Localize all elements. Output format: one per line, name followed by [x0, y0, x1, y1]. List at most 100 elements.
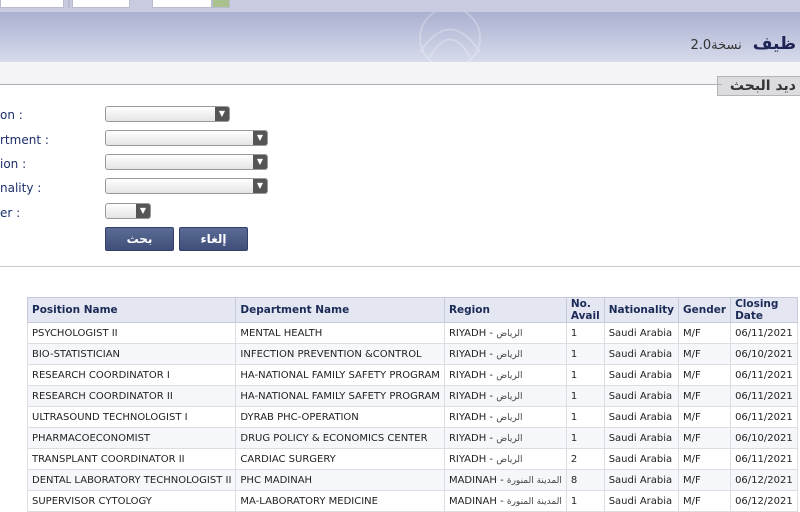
cell-position: SUPERVISOR CYTOLOGY: [26, 490, 237, 512]
cell-closing: 06/11/2021: [730, 364, 798, 386]
cell-gender: M/F: [678, 427, 732, 449]
cell-department: PHC MADINAH: [235, 469, 445, 491]
app-title: ظيف: [752, 34, 796, 54]
top-bar: [0, 0, 800, 12]
cell-region: RIYADH - الرياض: [443, 343, 567, 365]
cell-position: RESEARCH COORDINATOR II: [26, 385, 237, 407]
cell-department: CARDIAC SURGERY: [235, 448, 445, 470]
region-ar: الرياض: [496, 412, 523, 423]
table-row[interactable]: DENTAL LABORATORY TECHNOLOGIST II PHC MAD…: [26, 469, 798, 491]
cell-region: RIYADH - الرياض: [443, 364, 567, 386]
label-department: rtment :: [0, 133, 49, 147]
cell-gender: M/F: [678, 343, 732, 365]
cell-avail: 1: [565, 343, 605, 365]
position-select[interactable]: ▼: [105, 106, 230, 122]
cell-nationality: Saudi Arabia: [603, 364, 680, 386]
cancel-button[interactable]: إلغاء: [179, 227, 248, 251]
cell-nationality: Saudi Arabia: [603, 427, 680, 449]
cell-closing: 06/10/2021: [730, 343, 798, 365]
col-header-region[interactable]: Region: [443, 297, 567, 323]
cell-region: MADINAH - المدينة المنورة: [443, 469, 567, 491]
top-field-2[interactable]: [72, 0, 130, 8]
label-position: on :: [0, 108, 23, 122]
cell-position: TRANSPLANT COORDINATOR II: [26, 448, 237, 470]
region-select[interactable]: ▼: [105, 154, 268, 170]
col-header-avail[interactable]: No. Avail: [565, 297, 605, 323]
cell-region: RIYADH - الرياض: [443, 322, 567, 344]
cell-avail: 1: [565, 427, 605, 449]
table-row[interactable]: RESEARCH COORDINATOR II HA-NATIONAL FAMIL…: [26, 385, 798, 407]
cell-closing: 06/11/2021: [730, 448, 798, 470]
top-separator: [68, 0, 70, 8]
top-field-1[interactable]: [0, 0, 64, 8]
cell-department: HA-NATIONAL FAMILY SAFETY PROGRAM: [235, 385, 445, 407]
cell-gender: M/F: [678, 385, 732, 407]
region-en: RIYADH -: [448, 453, 494, 465]
search-button[interactable]: بحث: [105, 227, 174, 251]
cell-closing: 06/11/2021: [730, 385, 798, 407]
table-row[interactable]: RESEARCH COORDINATOR I HA-NATIONAL FAMILY…: [26, 364, 798, 386]
nationality-select[interactable]: ▼: [105, 178, 268, 194]
cell-position: PHARMACOECONOMIST: [26, 427, 237, 449]
app-version: نسخة2.0: [690, 38, 742, 53]
col-header-gender[interactable]: Gender: [678, 297, 732, 323]
table-row[interactable]: TRANSPLANT COORDINATOR II CARDIAC SURGERY…: [26, 448, 798, 470]
cell-region: MADINAH - المدينة المنورة: [443, 490, 567, 512]
cell-department: MENTAL HEALTH: [235, 322, 445, 344]
search-section-title: ديد البحث: [717, 76, 800, 96]
cell-region: RIYADH - الرياض: [443, 406, 567, 428]
cell-gender: M/F: [678, 448, 732, 470]
gender-select[interactable]: ▼: [105, 203, 151, 219]
region-ar: الرياض: [496, 454, 523, 465]
sub-header: [0, 62, 800, 85]
cell-position: RESEARCH COORDINATOR I: [26, 364, 237, 386]
table-row[interactable]: BIO-STATISTICIAN INFECTION PREVENTION &CO…: [26, 343, 798, 365]
table-header-row: Position Name Department Name Region No.…: [26, 297, 798, 323]
chevron-down-icon: ▼: [253, 155, 267, 169]
search-section-line: [0, 84, 722, 85]
table-row[interactable]: SUPERVISOR CYTOLOGY MA-LABORATORY MEDICIN…: [26, 490, 798, 512]
cell-gender: M/F: [678, 322, 732, 344]
region-ar: الرياض: [496, 391, 523, 402]
table-row[interactable]: ULTRASOUND TECHNOLOGIST I DYRAB PHC-OPERA…: [26, 406, 798, 428]
region-en: MADINAH -: [448, 474, 504, 486]
cell-avail: 8: [565, 469, 605, 491]
region-en: RIYADH -: [448, 432, 494, 444]
top-go-button[interactable]: [212, 0, 230, 8]
region-ar: الرياض: [496, 370, 523, 381]
col-header-closing[interactable]: Closing Date: [730, 297, 798, 323]
chevron-down-icon: ▼: [136, 204, 150, 218]
table-row[interactable]: PSYCHOLOGIST II MENTAL HEALTH RIYADH - الر…: [26, 322, 798, 344]
cell-avail: 1: [565, 322, 605, 344]
col-header-nationality[interactable]: Nationality: [603, 297, 680, 323]
cell-closing: 06/11/2021: [730, 406, 798, 428]
region-en: RIYADH -: [448, 369, 494, 381]
cell-nationality: Saudi Arabia: [603, 490, 680, 512]
cell-region: RIYADH - الرياض: [443, 448, 567, 470]
chevron-down-icon: ▼: [253, 179, 267, 193]
region-ar: الرياض: [496, 328, 523, 339]
region-ar: المدينة المنورة: [506, 475, 562, 486]
region-en: MADINAH -: [448, 495, 504, 507]
department-select[interactable]: ▼: [105, 130, 268, 146]
top-field-3[interactable]: [152, 0, 212, 8]
region-en: RIYADH -: [448, 327, 494, 339]
cell-avail: 1: [565, 490, 605, 512]
table-row[interactable]: PHARMACOECONOMIST DRUG POLICY & ECONOMICS…: [26, 427, 798, 449]
cell-avail: 1: [565, 385, 605, 407]
section-divider: [0, 266, 800, 267]
cell-department: DYRAB PHC-OPERATION: [235, 406, 445, 428]
cell-avail: 1: [565, 406, 605, 428]
cell-region: RIYADH - الرياض: [443, 385, 567, 407]
cell-nationality: Saudi Arabia: [603, 322, 680, 344]
region-en: RIYADH -: [448, 411, 494, 423]
col-header-department[interactable]: Department Name: [235, 297, 445, 323]
col-header-position[interactable]: Position Name: [26, 297, 237, 323]
cell-gender: M/F: [678, 490, 732, 512]
region-ar: المدينة المنورة: [506, 496, 562, 507]
region-ar: الرياض: [496, 349, 523, 360]
label-gender: er :: [0, 206, 21, 220]
cell-gender: M/F: [678, 364, 732, 386]
cell-gender: M/F: [678, 406, 732, 428]
region-en: RIYADH -: [448, 390, 494, 402]
